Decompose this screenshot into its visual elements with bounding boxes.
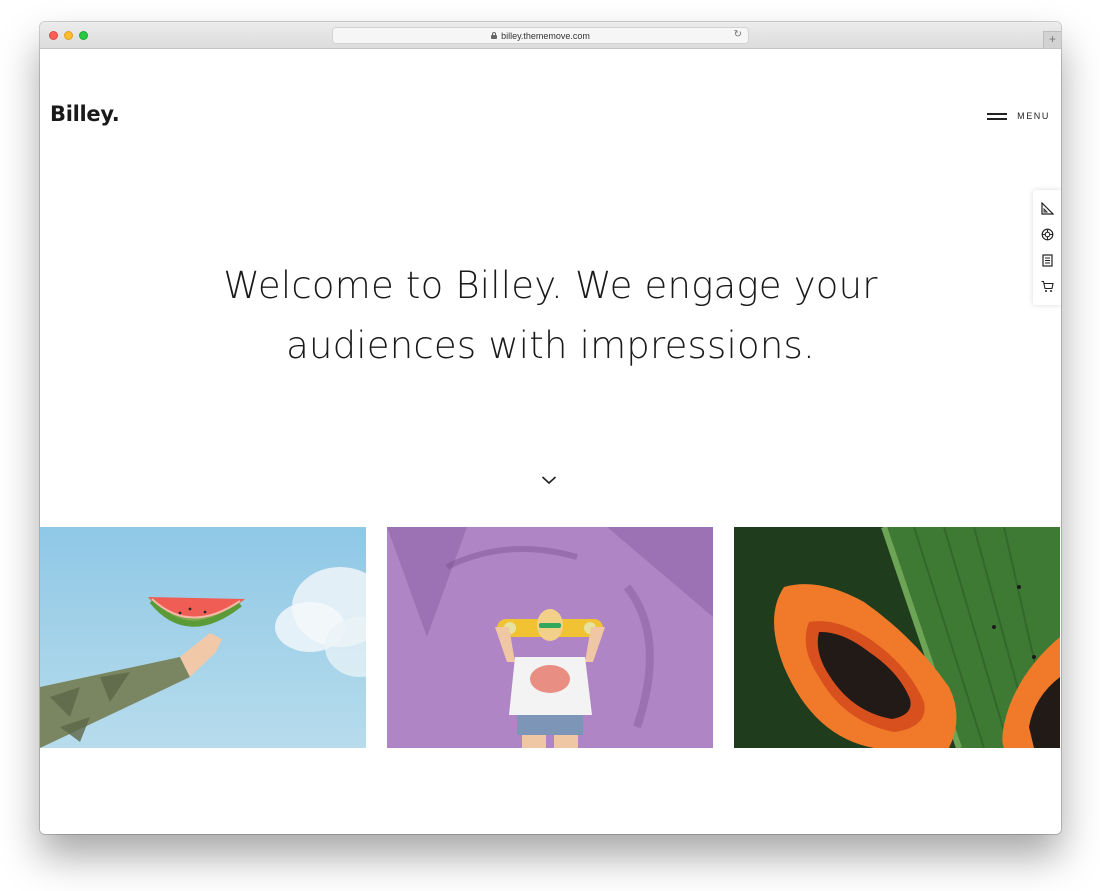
lock-icon (491, 32, 498, 39)
minimize-window-button[interactable] (64, 31, 73, 40)
hamburger-icon (987, 112, 1008, 120)
site-logo[interactable]: Billey. (50, 102, 120, 126)
zoom-window-button[interactable] (79, 31, 88, 40)
hero-line-1: Welcome to Billey. We engage your (223, 264, 878, 307)
address-bar[interactable]: billey.thememove.com ↻ (332, 27, 749, 44)
portfolio-gallery (40, 527, 1061, 748)
scroll-down-icon[interactable] (541, 473, 557, 485)
new-tab-button[interactable]: + (1043, 31, 1061, 48)
skateboard-girl-photo[interactable] (387, 527, 713, 748)
lifebuoy-icon[interactable] (1040, 228, 1054, 242)
window-controls (49, 31, 88, 40)
menu-button[interactable]: MENU (987, 111, 1050, 121)
menu-label: MENU (1017, 111, 1050, 121)
papaya-photo[interactable] (734, 527, 1060, 748)
hero-line-2: audiences with impressions. (286, 324, 815, 367)
ruler-icon[interactable] (1040, 202, 1054, 216)
page-content: Billey. MENU Welcome to Billey. We engag… (40, 49, 1061, 834)
watermelon-photo[interactable] (40, 527, 366, 748)
close-window-button[interactable] (49, 31, 58, 40)
reload-icon[interactable]: ↻ (734, 29, 742, 40)
browser-toolbar: billey.thememove.com ↻ + (40, 22, 1061, 49)
hero-headline: Welcome to Billey. We engage your audien… (40, 256, 1061, 376)
browser-window: billey.thememove.com ↻ + Billey. MENU We… (40, 22, 1061, 834)
url-text: billey.thememove.com (501, 30, 590, 41)
